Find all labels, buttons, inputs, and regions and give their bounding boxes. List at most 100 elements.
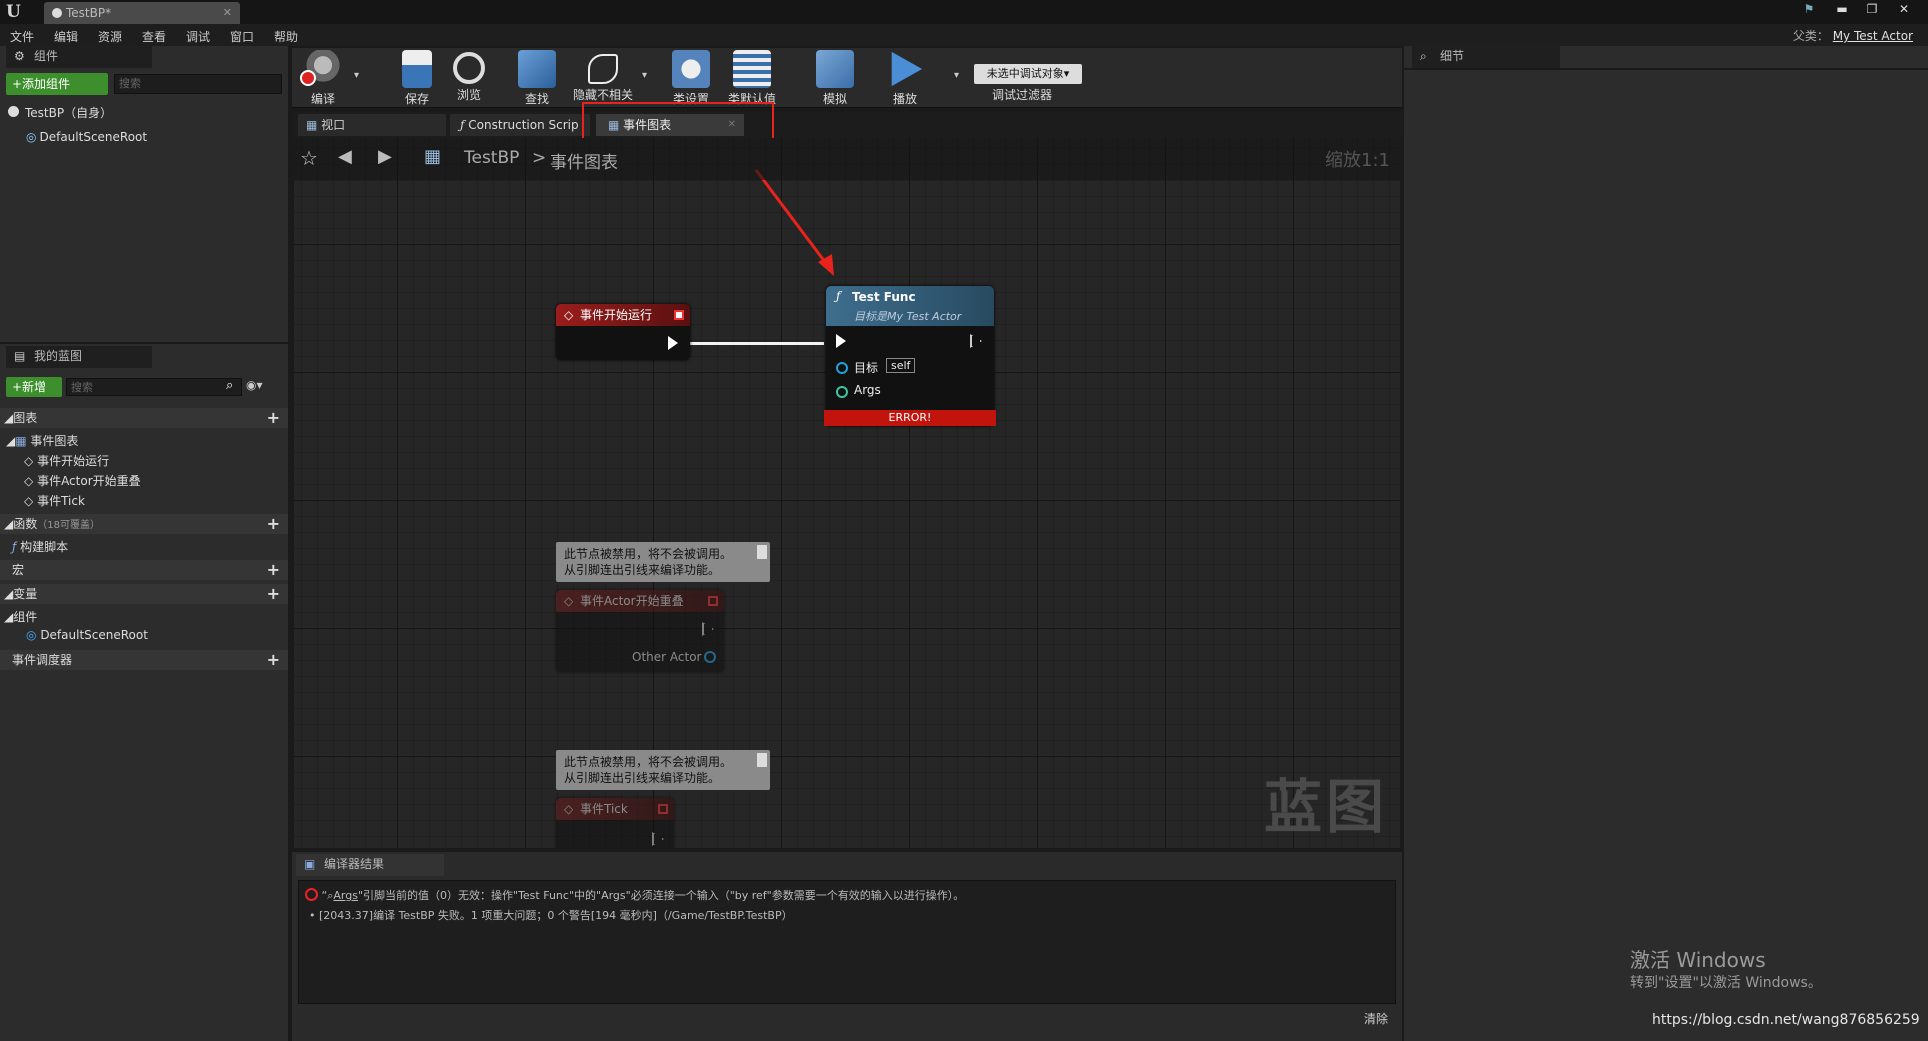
components-search-input[interactable]: 搜索 — [114, 74, 282, 94]
delegate-pin-icon[interactable] — [674, 310, 684, 320]
menu-help[interactable]: 帮助 — [274, 28, 298, 45]
other-actor-label: Other Actor — [632, 650, 702, 664]
graphs-section-label: 图表 — [13, 411, 38, 425]
favorite-star-icon[interactable]: ☆ — [300, 146, 318, 170]
node-event-begin-play[interactable]: ◇ 事件开始运行 — [556, 304, 690, 360]
compile-button[interactable]: 编译 — [294, 50, 352, 106]
tree-event-begin-play[interactable]: ◇ 事件开始运行 — [24, 452, 109, 469]
divider — [1404, 68, 1928, 70]
component-self[interactable]: TestBP（自身） — [8, 104, 112, 121]
eye-icon[interactable]: ◉▾ — [246, 378, 263, 392]
node-event-tick[interactable]: ◇ 事件Tick — [556, 798, 674, 848]
add-component-button[interactable]: +添加组件 — [6, 73, 108, 95]
pin-comment-icon[interactable] — [757, 753, 767, 767]
hide-unrelated-icon — [588, 54, 618, 84]
simulate-icon — [816, 50, 854, 88]
debug-object-select[interactable]: 未选中调试对象▾ — [974, 64, 1082, 84]
simulate-button[interactable]: 模拟 — [806, 50, 864, 106]
breadcrumb-root[interactable]: TestBP — [464, 148, 519, 168]
notification-icon[interactable]: ⚑ — [1795, 1, 1823, 17]
variables-section-label: 变量 — [13, 587, 38, 601]
browse-button[interactable]: 浏览 — [440, 50, 498, 106]
add-dispatcher-button[interactable]: + — [267, 650, 280, 670]
other-actor-pin[interactable] — [704, 651, 716, 663]
compiler-results-panel: ▣ 编译器结果 “⌕Args"引脚当前的值（0）无效：操作"Test Func"… — [292, 852, 1402, 1041]
exec-out-pin[interactable] — [668, 336, 678, 350]
node-test-func[interactable]: ƒ Test Func 目标是My Test Actor 目标 self Arg… — [824, 286, 996, 426]
disabled-comment[interactable]: 此节点被禁用，将不会被调用。 从引脚连出引线来编译功能。 — [556, 750, 770, 790]
menu-debug[interactable]: 调试 — [186, 28, 210, 45]
blueprint-search-input[interactable]: 搜索 — [66, 378, 242, 396]
tick-header: ◇ 事件Tick — [556, 798, 674, 820]
menu-file[interactable]: 文件 — [10, 28, 34, 45]
variables-section[interactable]: ◢变量 + — [0, 584, 288, 604]
graphs-section[interactable]: ◢图表 + — [0, 408, 288, 428]
tab-viewport[interactable]: ▦ 视口 — [298, 114, 446, 136]
play-options-dropdown[interactable]: ▾ — [954, 70, 959, 81]
event-graph-canvas[interactable]: ◇ 事件开始运行 ƒ Test Func 目标是My Test Actor 目标… — [294, 138, 1400, 848]
tree-event-graph[interactable]: ◢▦ 事件图表 — [6, 432, 78, 449]
tree-construction-script[interactable]: ƒ 构建脚本 — [12, 538, 68, 555]
my-blueprint-tab[interactable]: ▤ 我的蓝图 — [6, 346, 152, 368]
components-group-label: 组件 — [13, 610, 38, 624]
back-arrow-icon[interactable]: ◀ — [338, 146, 352, 167]
new-button[interactable]: +新增 — [6, 377, 62, 397]
details-tab[interactable]: ⌕ 细节 — [1412, 46, 1560, 68]
add-graph-button[interactable]: + — [267, 408, 280, 428]
component-default-scene-root[interactable]: ◎ DefaultSceneRoot — [26, 130, 147, 144]
disabled-comment[interactable]: 此节点被禁用，将不会被调用。 从引脚连出引线来编译功能。 — [556, 542, 770, 582]
menu-edit[interactable]: 编辑 — [54, 28, 78, 45]
delegate-pin-icon[interactable] — [658, 804, 668, 814]
class-defaults-button[interactable]: 类默认值 — [720, 50, 784, 106]
tree-components-group[interactable]: ◢组件 — [4, 608, 37, 625]
functions-section[interactable]: ◢函数（18可覆盖） + — [0, 514, 288, 534]
node-event-actor-overlap[interactable]: ◇ 事件Actor开始重叠 Other Actor — [556, 590, 724, 672]
hide-options-dropdown[interactable]: ▾ — [642, 70, 647, 81]
macros-section[interactable]: 宏 + — [0, 560, 288, 580]
maximize-button[interactable]: ❐ — [1858, 1, 1886, 17]
pin-comment-icon[interactable] — [757, 545, 767, 559]
menu-asset[interactable]: 资源 — [98, 28, 122, 45]
debug-filter-label: 调试过滤器 — [992, 88, 1053, 102]
tree-event-actor-overlap[interactable]: ◇ 事件Actor开始重叠 — [24, 472, 141, 489]
close-tab-icon[interactable]: ✕ — [223, 2, 232, 24]
disabled-comment-line-1: 此节点被禁用，将不会被调用。 — [564, 547, 733, 561]
close-window-button[interactable]: ✕ — [1890, 1, 1918, 17]
menu-view[interactable]: 查看 — [142, 28, 166, 45]
exec-out-pin[interactable] — [652, 832, 664, 846]
tab-construction-script[interactable]: ƒ Construction Scrip — [450, 114, 590, 136]
exec-out-pin[interactable] — [970, 334, 982, 348]
add-macro-button[interactable]: + — [267, 560, 280, 580]
clear-button[interactable]: 清除 — [1364, 1010, 1388, 1027]
default-scene-root-label: DefaultSceneRoot — [39, 130, 148, 144]
compile-options-dropdown[interactable]: ▾ — [354, 70, 359, 81]
activate-windows-title: 激活 Windows — [1630, 948, 1766, 972]
compiler-results-tab[interactable]: ▣ 编译器结果 — [296, 854, 444, 876]
forward-arrow-icon[interactable]: ▶ — [378, 146, 392, 167]
delegate-pin-icon[interactable] — [708, 596, 718, 606]
exec-out-pin[interactable] — [702, 622, 714, 636]
class-settings-button[interactable]: 类设置 — [662, 50, 720, 106]
add-variable-button[interactable]: + — [267, 584, 280, 604]
find-button[interactable]: 查找 — [508, 50, 566, 106]
play-button[interactable]: 播放 — [876, 50, 934, 106]
args-pin[interactable] — [836, 386, 848, 398]
target-pin[interactable] — [836, 362, 848, 374]
args-link[interactable]: Args — [333, 889, 358, 902]
components-tab-label: 组件 — [34, 49, 59, 63]
tree-event-tick[interactable]: ◇ 事件Tick — [24, 492, 85, 509]
minimize-button[interactable]: ▬ — [1828, 1, 1856, 17]
tree-default-scene-root[interactable]: ◎ DefaultSceneRoot — [26, 628, 148, 642]
add-function-button[interactable]: + — [267, 514, 280, 534]
components-tab[interactable]: ⚙ 组件 — [6, 46, 152, 68]
hide-unrelated-button[interactable]: 隐藏不相关 — [568, 50, 638, 106]
exec-in-pin[interactable] — [836, 334, 846, 348]
document-tab[interactable]: TestBP* ✕ — [44, 2, 240, 24]
menu-window[interactable]: 窗口 — [230, 28, 254, 45]
parent-class-link[interactable]: My Test Actor — [1833, 29, 1913, 43]
disabled-comment-line-2: 从引脚连出引线来编译功能。 — [564, 771, 721, 785]
save-button[interactable]: 保存 — [388, 50, 446, 106]
dispatchers-section[interactable]: 事件调度器 + — [0, 650, 288, 670]
event-icon: ◇ — [564, 802, 574, 816]
event-icon: ◇ — [24, 454, 34, 468]
